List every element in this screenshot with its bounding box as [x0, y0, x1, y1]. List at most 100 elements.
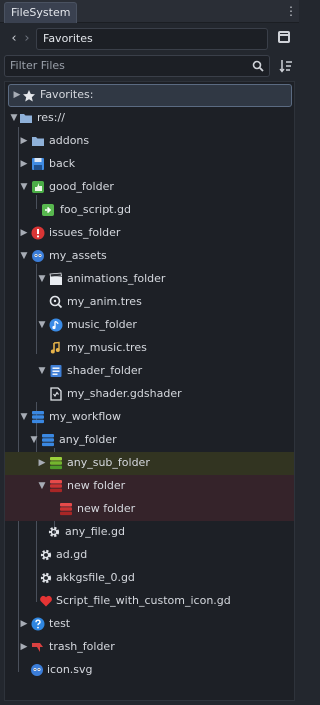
chevron-right-icon[interactable]: ▶: [19, 136, 29, 146]
chevron-right-icon[interactable]: ▶: [37, 458, 47, 468]
my-music-row[interactable]: my_music.tres: [5, 337, 294, 360]
tree-item-label: ad.gd: [56, 548, 88, 561]
document-icon: [50, 365, 62, 377]
res-root-row[interactable]: ▼ res://: [5, 107, 294, 130]
stack-icon: [32, 411, 44, 424]
split-view-icon[interactable]: [278, 31, 290, 43]
gear-icon: [40, 572, 52, 584]
chevron-down-icon[interactable]: ▼: [37, 366, 47, 376]
any-sub-folder-row[interactable]: ▶ any_sub_folder: [5, 452, 294, 475]
chevron-down-icon[interactable]: ▼: [19, 412, 29, 422]
warning-icon: [31, 226, 45, 240]
tree-item-label: my_music.tres: [67, 341, 147, 354]
chevron-right-icon[interactable]: ▶: [19, 642, 29, 652]
test-row[interactable]: ▶ test: [5, 613, 294, 636]
foo-script-row[interactable]: foo_script.gd: [5, 199, 294, 222]
gear-icon: [40, 549, 52, 561]
star-icon: [23, 90, 35, 102]
chevron-down-icon[interactable]: ▼: [19, 182, 29, 192]
new-folder-row[interactable]: ▼ new folder: [5, 475, 294, 498]
back-row[interactable]: ▶ back: [5, 153, 294, 176]
tree-item-label: issues_folder: [49, 226, 121, 239]
chevron-down-icon[interactable]: ▼: [19, 251, 29, 261]
tree-item-label: good_folder: [49, 180, 114, 193]
godot-icon: [32, 250, 44, 262]
heart-icon: [40, 595, 52, 607]
chevron-down-icon[interactable]: ▼: [29, 435, 39, 445]
path-field[interactable]: Favorites: [36, 28, 268, 50]
any-folder-row[interactable]: ▼ any_folder: [5, 429, 294, 452]
animation-resource-icon: [49, 295, 63, 309]
tree-item-label: new folder: [67, 479, 126, 492]
animations-folder-row[interactable]: ▼ animations_folder: [5, 268, 294, 291]
tree-item-label: music_folder: [67, 318, 137, 331]
thumbs-down-icon: [32, 643, 43, 652]
red-stack-icon: [60, 503, 72, 516]
issues-folder-row[interactable]: ▶ issues_folder: [5, 222, 294, 245]
stack-icon: [42, 434, 54, 447]
tree-item-label: test: [49, 617, 71, 630]
forward-arrow-icon[interactable]: ›: [21, 31, 33, 47]
shader-file-icon: [50, 387, 62, 401]
chevron-down-icon[interactable]: ▼: [9, 113, 19, 123]
icon-svg-row[interactable]: icon.svg: [5, 659, 294, 682]
filter-input[interactable]: Filter Files: [4, 55, 270, 77]
my-shader-row[interactable]: my_shader.gdshader: [5, 383, 294, 406]
tree-item-label: res://: [37, 111, 65, 124]
green-stack-icon: [50, 457, 62, 470]
floppy-disk-icon: [32, 158, 44, 170]
favorites-row[interactable]: ▶ Favorites:: [8, 84, 292, 107]
panel-header: FileSystem ⋮: [0, 0, 299, 23]
tree-item-label: my_anim.tres: [67, 295, 142, 308]
music-folder-row[interactable]: ▼ music_folder: [5, 314, 294, 337]
back-arrow-icon[interactable]: ‹: [8, 31, 20, 47]
navigation-bar: ‹ › Favorites: [0, 27, 299, 51]
tree-item-label: back: [49, 157, 76, 170]
audio-resource-icon: [50, 341, 60, 354]
red-stack-icon: [50, 480, 62, 493]
clapperboard-icon: [49, 272, 62, 285]
new-folder-child-row[interactable]: new folder: [5, 498, 294, 521]
trash-folder-row[interactable]: ▶ trash_folder: [5, 636, 294, 659]
akkgsfile-row[interactable]: akkgsfile_0.gd: [5, 567, 294, 590]
tree-item-label: Favorites:: [40, 88, 94, 101]
file-tree[interactable]: ▶ Favorites: ▼ res:// ▶ addons ▶ back ▼: [4, 81, 295, 701]
chevron-down-icon[interactable]: ▼: [37, 320, 47, 330]
sort-icon[interactable]: [279, 59, 293, 73]
vertical-dots-icon[interactable]: ⋮: [285, 3, 297, 19]
my-assets-row[interactable]: ▼ my_assets: [5, 245, 294, 268]
script-go-icon: [42, 204, 54, 216]
chevron-down-icon[interactable]: ▼: [37, 481, 47, 491]
tab-filesystem[interactable]: FileSystem: [4, 2, 78, 23]
chevron-right-icon[interactable]: ▶: [19, 228, 29, 238]
gear-icon: [48, 526, 60, 538]
tree-item-label: my_shader.gdshader: [67, 387, 182, 400]
tree-item-label: akkgsfile_0.gd: [56, 571, 135, 584]
folder-icon: [20, 114, 32, 123]
chevron-right-icon[interactable]: ▶: [19, 619, 29, 629]
thumbs-up-icon: [32, 181, 44, 193]
custom-icon-script-row[interactable]: Script_file_with_custom_icon.gd: [5, 590, 294, 613]
good-folder-row[interactable]: ▼ good_folder: [5, 176, 294, 199]
chevron-right-icon[interactable]: ▶: [19, 159, 29, 169]
folder-icon: [32, 137, 44, 146]
tree-item-label: new folder: [77, 502, 136, 515]
godot-icon: [31, 664, 43, 676]
shader-folder-row[interactable]: ▼ shader_folder: [5, 360, 294, 383]
chevron-down-icon[interactable]: ▼: [37, 274, 47, 284]
my-workflow-row[interactable]: ▼ my_workflow: [5, 406, 294, 429]
tree-item-label: any_folder: [59, 433, 117, 446]
tree-item-label: trash_folder: [49, 640, 115, 653]
tree-item-label: animations_folder: [67, 272, 166, 285]
my-anim-row[interactable]: my_anim.tres: [5, 291, 294, 314]
tree-item-label: any_file.gd: [65, 525, 125, 538]
chevron-right-icon[interactable]: ▶: [12, 90, 22, 100]
addons-row[interactable]: ▶ addons: [5, 130, 294, 153]
tree-item-label: any_sub_folder: [67, 456, 150, 469]
search-icon[interactable]: [252, 60, 264, 72]
tree-item-label: my_assets: [49, 249, 107, 262]
music-note-icon: [49, 318, 63, 332]
ad-gd-row[interactable]: ad.gd: [5, 544, 294, 567]
tree-item-label: my_workflow: [49, 410, 121, 423]
any-file-row[interactable]: any_file.gd: [5, 521, 294, 544]
